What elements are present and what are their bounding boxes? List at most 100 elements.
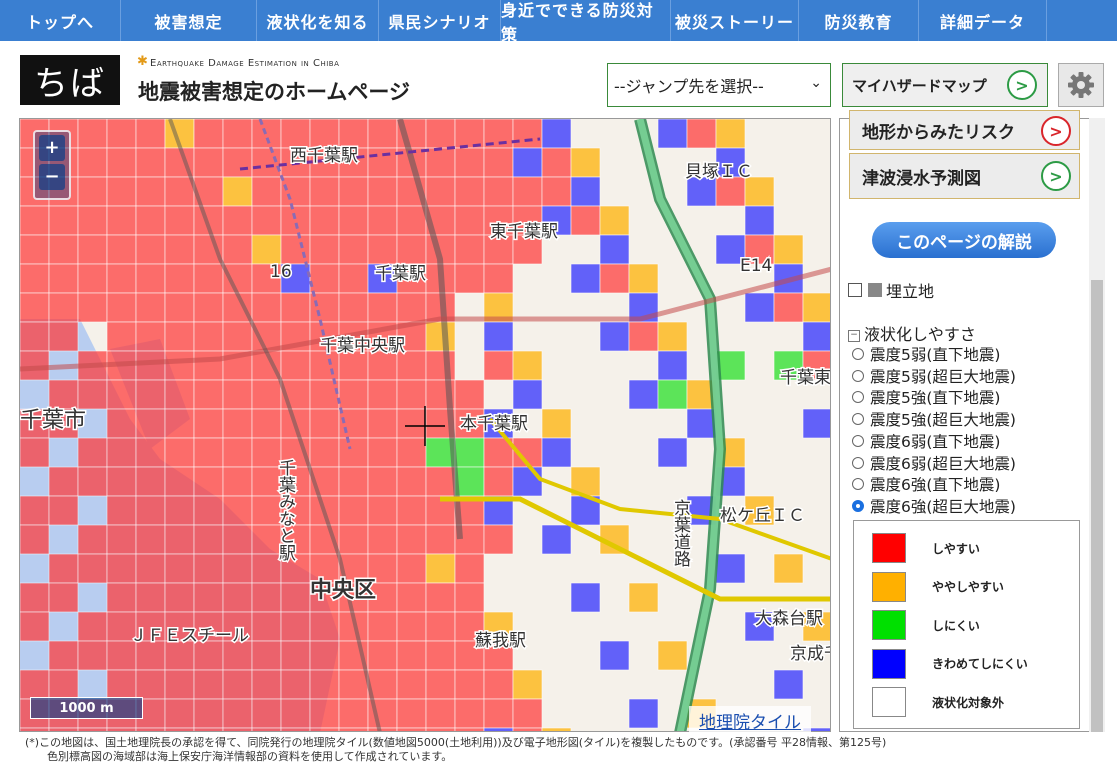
radio-button[interactable] (852, 369, 864, 382)
my-hazard-map-button[interactable]: マイハザードマップ > (842, 63, 1048, 107)
zoom-in-button[interactable]: + (39, 135, 65, 161)
chiba-logo[interactable]: ちば (20, 55, 120, 105)
liquefaction-cell (425, 119, 456, 149)
liquefaction-cell (396, 611, 427, 642)
tsunami-map-button[interactable]: 津波浸水予測図 > (849, 153, 1080, 199)
liquefaction-cell (164, 698, 195, 729)
landfill-label: 埋立地 (886, 282, 935, 301)
jump-select[interactable]: --ジャンプ先を選択-- ⌄ (607, 63, 831, 107)
liquefaction-cell (77, 147, 108, 178)
liquefaction-cell (628, 582, 659, 613)
settings-button[interactable] (1058, 63, 1104, 107)
liquefaction-cell (164, 524, 195, 555)
radio-button[interactable] (852, 413, 864, 426)
liquefaction-cell (483, 698, 514, 729)
liquefaction-cell (338, 379, 369, 410)
liquefaction-cell (222, 466, 253, 497)
scale-bar: 1000 m (30, 697, 143, 719)
terrain-risk-button[interactable]: 地形からみたリスク > (849, 110, 1080, 150)
radio-button[interactable] (852, 348, 864, 360)
liquefaction-cell (744, 292, 775, 323)
liquefaction-cell (48, 292, 79, 323)
intensity-option-6[interactable]: 震度6強(直下地震) (852, 473, 1000, 495)
liquefaction-cell (425, 147, 456, 178)
map-label: 16 (270, 262, 292, 282)
map-label: 中央区 (310, 577, 376, 603)
intensity-option-2[interactable]: 震度5強(直下地震) (852, 386, 1000, 408)
checkbox[interactable] (848, 283, 862, 297)
liquefaction-cell (396, 640, 427, 671)
intensity-option-1[interactable]: 震度5弱(超巨大地震) (852, 365, 1016, 387)
intensity-option-label: 震度6強(直下地震) (870, 476, 1001, 495)
liquefaction-cell (135, 466, 166, 497)
liquefaction-cell (367, 379, 398, 410)
nav-item-7[interactable]: 詳細データ (919, 0, 1047, 41)
legend-swatch (872, 571, 906, 602)
liquefaction-cell (367, 292, 398, 323)
liquefaction-cell (222, 495, 253, 526)
page-explanation-button[interactable]: このページの解説 (872, 222, 1056, 258)
nav-item-3[interactable]: 県民シナリオ (379, 0, 501, 41)
liquefaction-header[interactable]: − 液状化しやすさ (848, 321, 976, 345)
liquefaction-cell (106, 437, 137, 468)
liquefaction-cell (106, 147, 137, 178)
liquefaction-cell (773, 553, 804, 584)
liquefaction-cell (135, 263, 166, 294)
liquefaction-cell (106, 379, 137, 410)
liquefaction-cell (193, 495, 224, 526)
liquefaction-cell (222, 727, 253, 731)
liquefaction-cell (164, 292, 195, 323)
liquefaction-cell (309, 234, 340, 265)
liquefaction-cell (251, 408, 282, 439)
liquefaction-cell (164, 350, 195, 381)
radio-button[interactable] (852, 478, 864, 491)
liquefaction-cell (193, 669, 224, 700)
liquefaction-cell (309, 379, 340, 410)
nav-item-6[interactable]: 防災教育 (799, 0, 919, 41)
radio-button[interactable] (852, 456, 864, 469)
landfill-checkbox[interactable]: 埋立地 (848, 278, 934, 302)
intensity-option-5[interactable]: 震度6弱(超巨大地震) (852, 452, 1016, 474)
liquefaction-cell (251, 205, 282, 236)
liquefaction-cell (657, 640, 688, 671)
liquefaction-cell (338, 669, 369, 700)
liquefaction-cell (396, 669, 427, 700)
radio-button[interactable] (852, 391, 864, 404)
nav-item-2[interactable]: 液状化を知る (257, 0, 379, 41)
map-label: 千葉東 (780, 368, 831, 388)
liquefaction-cell (396, 466, 427, 497)
intensity-option-7[interactable]: 震度6強(超巨大地震) (852, 495, 1016, 517)
liquefaction-cell (20, 669, 50, 700)
radio-button[interactable] (852, 434, 864, 447)
liquefaction-cell (657, 119, 688, 149)
liquefaction-cell (135, 350, 166, 381)
liquefaction-cell (570, 205, 601, 236)
liquefaction-cell (280, 205, 311, 236)
nav-item-1[interactable]: 被害想定 (121, 0, 257, 41)
panel-scrollbar-thumb[interactable] (1091, 280, 1103, 732)
liquefaction-cell (280, 611, 311, 642)
gsi-tile-attribution-link[interactable]: 地理院タイル (689, 706, 811, 735)
liquefaction-cell (20, 611, 50, 642)
liquefaction-cell (715, 553, 746, 584)
intensity-option-4[interactable]: 震度6弱(直下地震) (852, 430, 1000, 452)
nav-item-5[interactable]: 被災ストーリー (671, 0, 799, 41)
liquefaction-cell (425, 176, 456, 207)
liquefaction-cell (599, 205, 630, 236)
liquefaction-cell (77, 611, 108, 642)
liquefaction-cell (396, 582, 427, 613)
map-view[interactable]: 西千葉駅 貝塚ＩＣ 東千葉駅 千葉駅 千葉中央駅 千葉みなと駅 千葉市 本千葉駅 京葉道路 松ケ丘… (19, 118, 831, 732)
nav-item-4[interactable]: 身近でできる防災対策 (501, 0, 671, 44)
intensity-option-3[interactable]: 震度5強(超巨大地震) (852, 408, 1016, 430)
footnote-line-1: (*)この地図は、国土地理院長の承認を得て、同院発行の地理院タイル(数値地図50… (25, 736, 887, 749)
liquefaction-cell (338, 263, 369, 294)
map-label: 本千葉駅 (460, 414, 528, 434)
liquefaction-cell (20, 205, 50, 236)
liquefaction-cell (280, 119, 311, 149)
collapse-icon[interactable]: − (848, 329, 860, 342)
liquefaction-cell (715, 119, 746, 149)
zoom-out-button[interactable]: − (39, 164, 65, 190)
nav-item-0[interactable]: トップへ (0, 0, 121, 41)
intensity-option-0[interactable]: 震度5弱(直下地震) (852, 343, 1000, 365)
radio-button[interactable] (852, 499, 864, 512)
